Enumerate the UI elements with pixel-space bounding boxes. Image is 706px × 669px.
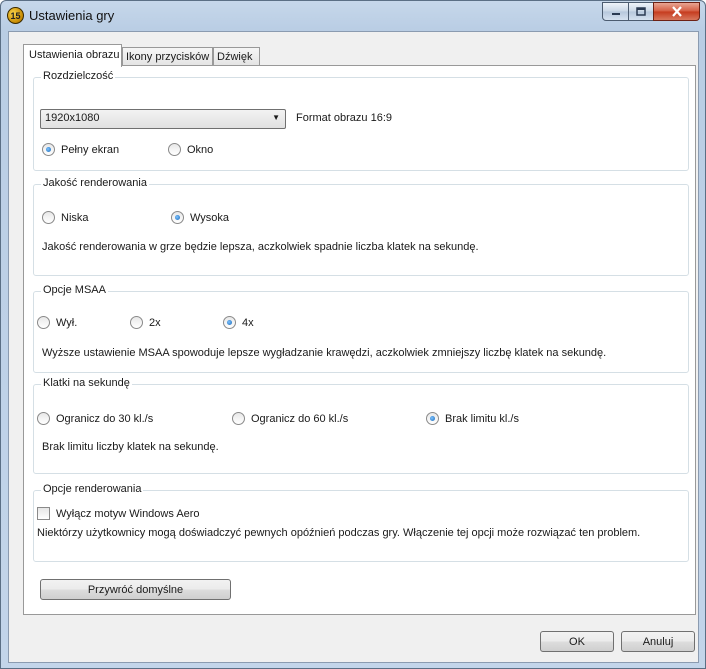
minimize-button[interactable]: [602, 2, 629, 21]
settings-window: 15 Ustawienia gry Ustawienia obrazu Ikon…: [0, 0, 706, 669]
render-options-group: Opcje renderowania Wyłącz motyw Windows …: [33, 483, 689, 562]
tab-panel-image-settings: Rozdzielczość 1920x1080 ▼ Format obrazu …: [23, 65, 696, 615]
radio-fps-30-label: Ogranicz do 30 kl./s: [56, 412, 154, 425]
fps-group: Klatki na sekundę Ogranicz do 30 kl./s O…: [33, 377, 689, 474]
title-bar[interactable]: 15 Ustawienia gry: [1, 1, 705, 31]
radio-windowed-label: Okno: [187, 143, 214, 156]
checkbox-indicator: [37, 507, 50, 520]
maximize-icon: [636, 6, 646, 16]
render-quality-group: Jakość renderowania Niska Wysoka Jakość …: [33, 177, 689, 276]
radio-msaa-off[interactable]: Wył.: [37, 316, 77, 329]
cancel-button[interactable]: Anuluj: [621, 631, 695, 652]
tab-button-icons[interactable]: Ikony przycisków: [122, 47, 213, 66]
close-icon: [671, 6, 682, 17]
resolution-group: Rozdzielczość 1920x1080 ▼ Format obrazu …: [33, 70, 689, 171]
radio-quality-high-label: Wysoka: [190, 211, 230, 224]
msaa-group-title: Opcje MSAA: [41, 284, 108, 296]
fps-description: Brak limitu liczby klatek na sekundę.: [42, 441, 219, 453]
render-options-description: Niektórzy użytkownicy mogą doświadczyć p…: [37, 527, 641, 539]
tab-image-settings[interactable]: Ustawienia obrazu: [23, 44, 122, 67]
radio-indicator: [171, 211, 184, 224]
radio-fps-60[interactable]: Ogranicz do 60 kl./s: [232, 412, 348, 425]
app-icon-text: 15: [10, 10, 21, 21]
resolution-select-value: 1920x1080: [45, 112, 100, 124]
radio-fps-unlimited[interactable]: Brak limitu kl./s: [426, 412, 519, 425]
radio-indicator: [426, 412, 439, 425]
radio-windowed[interactable]: Okno: [168, 143, 213, 156]
fps-group-title: Klatki na sekundę: [41, 377, 132, 389]
radio-msaa-2x[interactable]: 2x: [130, 316, 161, 329]
radio-quality-low[interactable]: Niska: [42, 211, 89, 224]
msaa-group: Opcje MSAA Wył. 2x 4x Wyższe ustawienie …: [33, 284, 689, 373]
chevron-down-icon: ▼: [272, 113, 280, 122]
disable-aero-label: Wyłącz motyw Windows Aero: [56, 507, 200, 520]
radio-indicator: [42, 211, 55, 224]
close-button[interactable]: [653, 2, 700, 21]
radio-fps-30[interactable]: Ogranicz do 30 kl./s: [37, 412, 153, 425]
radio-msaa-off-label: Wył.: [56, 316, 78, 329]
radio-quality-high[interactable]: Wysoka: [171, 211, 229, 224]
minimize-icon: [611, 12, 620, 15]
radio-indicator: [42, 143, 55, 156]
radio-indicator: [130, 316, 143, 329]
radio-msaa-2x-label: 2x: [149, 316, 161, 329]
radio-indicator: [37, 412, 50, 425]
msaa-description: Wyższe ustawienie MSAA spowoduje lepsze …: [42, 347, 607, 359]
radio-quality-low-label: Niska: [61, 211, 89, 224]
window-title: Ustawienia gry: [29, 8, 115, 23]
radio-indicator: [232, 412, 245, 425]
app-icon: 15: [7, 7, 24, 24]
ok-button[interactable]: OK: [540, 631, 614, 652]
render-quality-group-title: Jakość renderowania: [41, 177, 149, 189]
radio-fullscreen-label: Pełny ekran: [61, 143, 120, 156]
aspect-ratio-label: Format obrazu 16:9: [296, 112, 392, 124]
resolution-select[interactable]: 1920x1080 ▼: [40, 109, 286, 129]
radio-fps-unlimited-label: Brak limitu kl./s: [445, 412, 519, 425]
radio-msaa-4x-label: 4x: [242, 316, 254, 329]
radio-fps-60-label: Ogranicz do 60 kl./s: [251, 412, 349, 425]
disable-aero-checkbox[interactable]: Wyłącz motyw Windows Aero: [37, 507, 200, 520]
radio-indicator: [168, 143, 181, 156]
restore-defaults-button[interactable]: Przywróć domyślne: [40, 579, 231, 600]
render-options-group-title: Opcje renderowania: [41, 483, 144, 495]
radio-msaa-4x[interactable]: 4x: [223, 316, 254, 329]
radio-indicator: [37, 316, 50, 329]
maximize-button[interactable]: [628, 2, 654, 21]
render-quality-description: Jakość renderowania w grze będzie lepsza…: [42, 241, 479, 253]
radio-fullscreen[interactable]: Pełny ekran: [42, 143, 119, 156]
tab-sound[interactable]: Dźwięk: [213, 47, 260, 66]
dialog-client-area: Ustawienia obrazu Ikony przycisków Dźwię…: [8, 31, 699, 663]
resolution-group-title: Rozdzielczość: [41, 70, 116, 82]
radio-indicator: [223, 316, 236, 329]
